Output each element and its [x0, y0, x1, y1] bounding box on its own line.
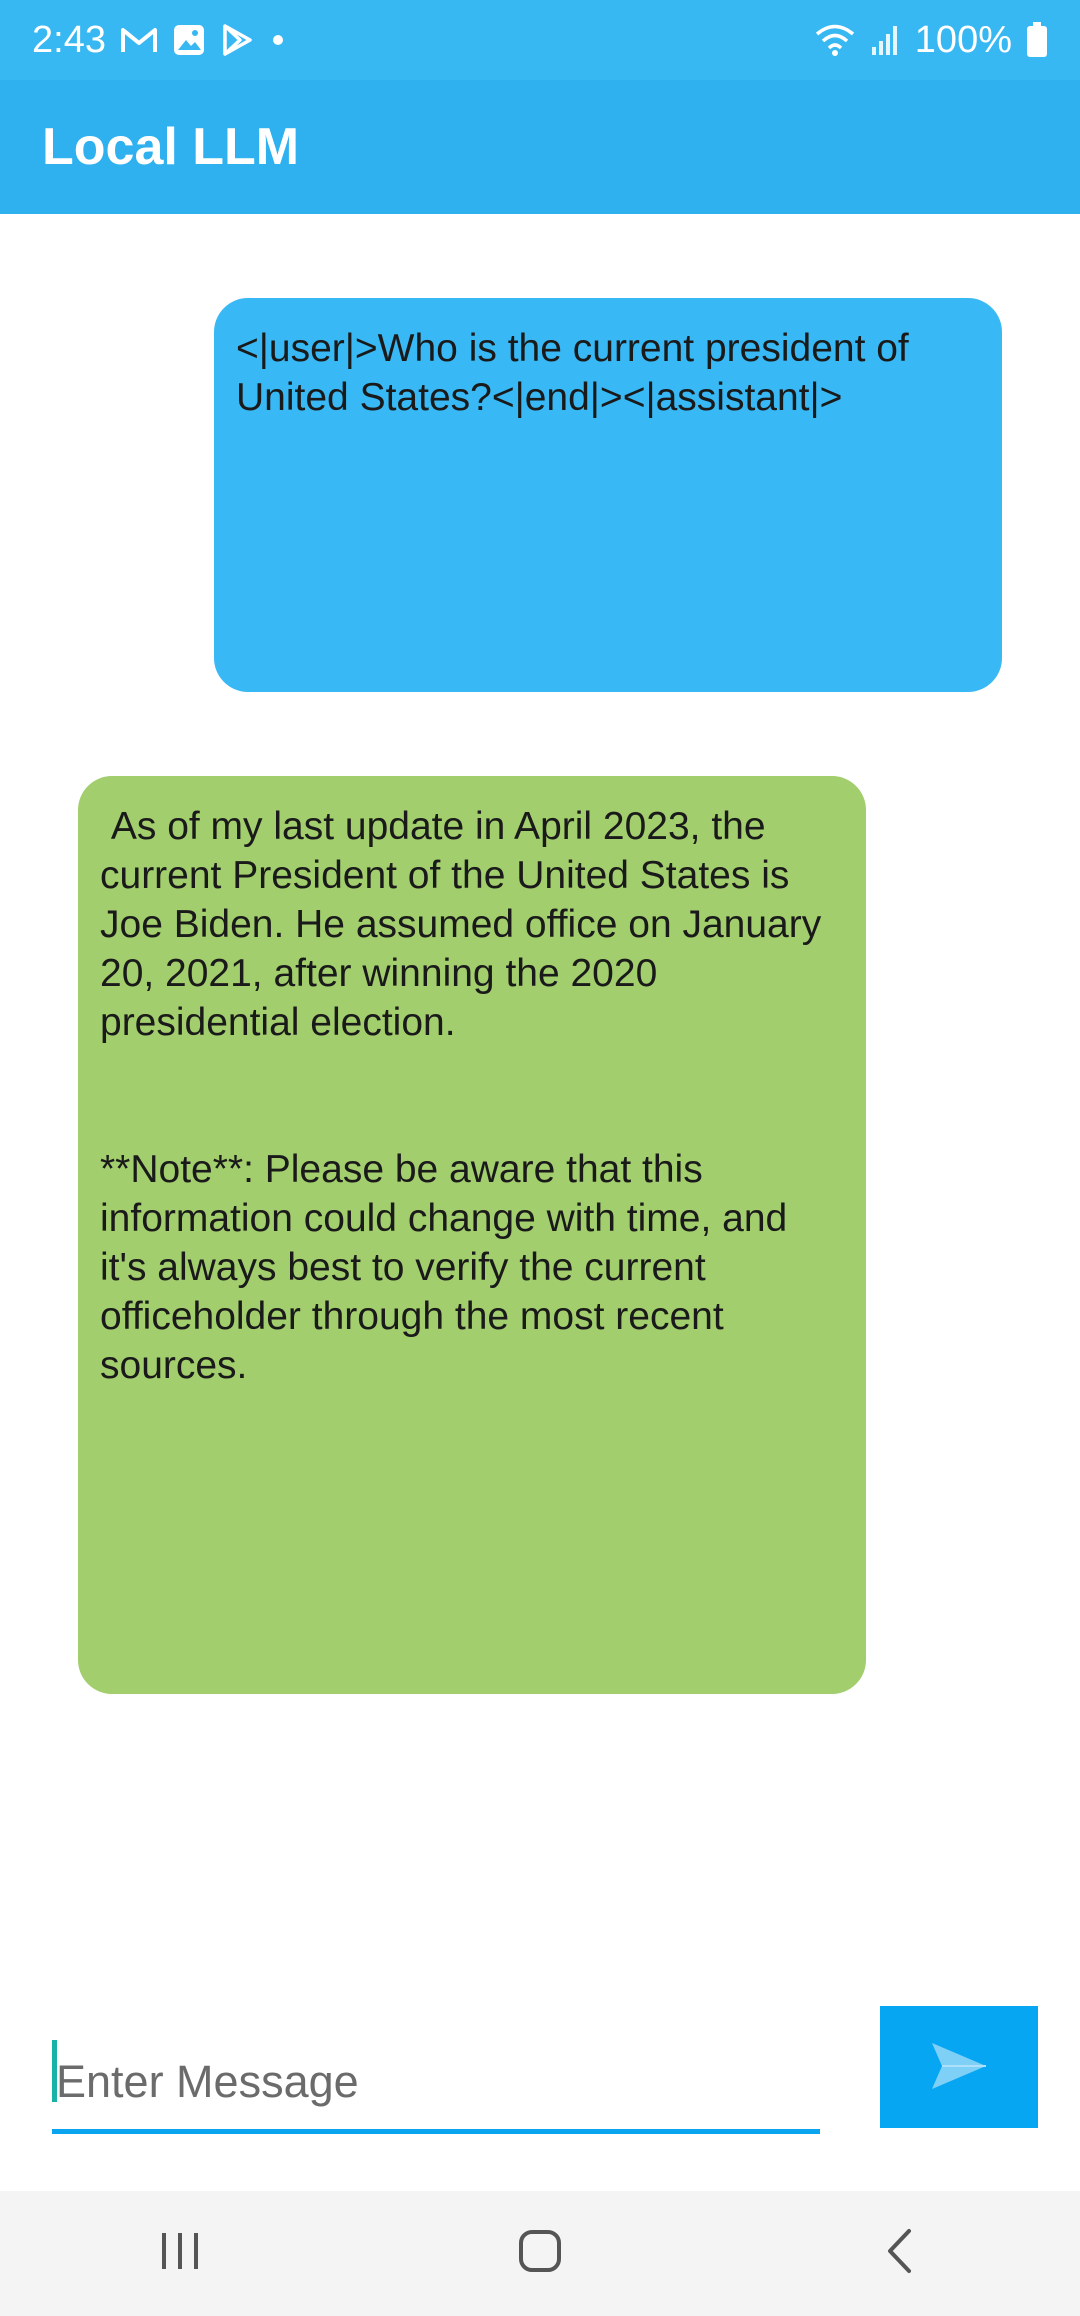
recents-icon — [158, 2231, 202, 2276]
text-cursor — [52, 2040, 57, 2102]
status-bar: 2:43 100% — [0, 0, 1080, 80]
play-store-icon — [220, 23, 254, 57]
gmail-icon — [120, 25, 158, 55]
app-bar: Local LLM — [0, 80, 1080, 214]
gallery-icon — [172, 23, 206, 57]
back-button[interactable] — [840, 2204, 960, 2304]
status-time: 2:43 — [32, 18, 106, 61]
home-icon — [518, 2229, 562, 2278]
chat-list[interactable]: <|user|>Who is the current president of … — [0, 214, 1080, 2004]
recents-button[interactable] — [120, 2204, 240, 2304]
send-icon — [930, 2041, 988, 2094]
status-bar-left: 2:43 — [32, 19, 288, 62]
wifi-icon — [813, 22, 857, 58]
navigation-bar — [0, 2191, 1080, 2316]
message-input[interactable] — [52, 2034, 820, 2134]
home-button[interactable] — [480, 2204, 600, 2304]
assistant-message-bubble: As of my last update in April 2023, the … — [78, 776, 866, 1694]
signal-icon — [871, 23, 901, 57]
app-title: Local LLM — [42, 118, 300, 176]
battery-icon — [1026, 22, 1048, 58]
back-icon — [885, 2228, 915, 2279]
status-bar-right: 100% — [813, 19, 1048, 62]
battery-level: 100% — [914, 18, 1012, 61]
user-message-bubble: <|user|>Who is the current president of … — [214, 298, 1002, 692]
send-button[interactable] — [880, 2006, 1038, 2128]
dot-icon — [268, 30, 288, 50]
